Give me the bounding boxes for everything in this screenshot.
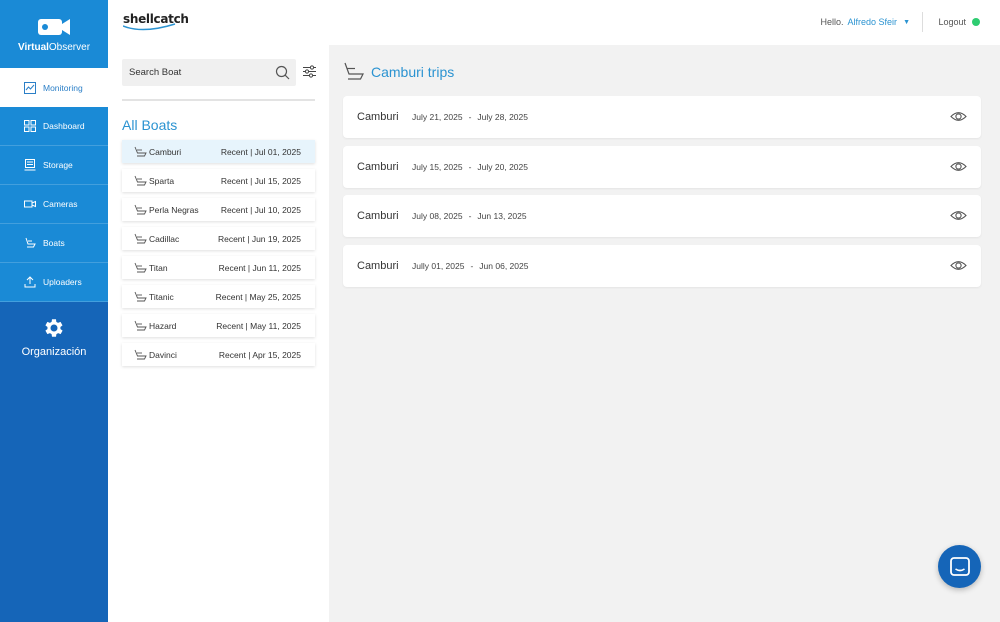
trip-dates: July 15, 2025- July 20, 2025 bbox=[412, 161, 528, 172]
boat-icon bbox=[134, 349, 147, 360]
trip-dates: July 21, 2025- July 28, 2025 bbox=[412, 112, 528, 122]
boat-item-hazard[interactable]: Hazard Recent | May 11, 2025 bbox=[122, 314, 315, 337]
boat-icon bbox=[134, 233, 147, 244]
sidebar-item-label: Boats bbox=[43, 238, 65, 248]
sidebar-item-organizacion[interactable]: Organización bbox=[0, 302, 108, 372]
eye-icon[interactable] bbox=[950, 208, 967, 223]
server-icon bbox=[24, 159, 36, 171]
boat-icon bbox=[25, 237, 36, 248]
header-divider bbox=[922, 12, 923, 32]
trip-dates: Jully 01, 2025- Jun 06, 2025 bbox=[412, 260, 529, 271]
boat-recent: Recent | Jun 19, 2025 bbox=[217, 233, 301, 244]
search-divider bbox=[122, 99, 315, 101]
sidebar-item-label: Dashboard bbox=[43, 121, 85, 131]
shellcatch-logo[interactable]: shellcatch bbox=[123, 10, 189, 34]
boat-icon bbox=[134, 262, 147, 273]
boat-recent: Recent | May 25, 2025 bbox=[215, 291, 301, 302]
boat-name: Perla Negras bbox=[149, 204, 199, 215]
boat-item-titanic[interactable]: Titanic Recent | May 25, 2025 bbox=[122, 285, 315, 308]
boat-recent: Recent | Jul 01, 2025 bbox=[220, 146, 301, 157]
boat-icon bbox=[134, 175, 147, 186]
user-name: Alfredo Sfeir bbox=[847, 17, 898, 27]
boat-name: Titan bbox=[149, 262, 168, 273]
logout-button[interactable]: Logout bbox=[938, 17, 966, 27]
boat-name: Camburi bbox=[149, 146, 182, 157]
boat-item-cadillac[interactable]: Cadillac Recent | Jun 19, 2025 bbox=[122, 227, 315, 250]
boat-icon bbox=[134, 204, 147, 215]
chart-icon bbox=[24, 81, 36, 94]
trip-boat-name: Camburi bbox=[357, 111, 399, 123]
logo-swoosh-icon bbox=[123, 23, 176, 31]
boat-icon bbox=[134, 320, 147, 331]
search-box bbox=[122, 59, 296, 86]
eye-icon[interactable] bbox=[950, 109, 967, 124]
upload-icon bbox=[24, 276, 36, 288]
boat-name: Cadillac bbox=[149, 233, 180, 244]
boat-item-sparta[interactable]: Sparta Recent | Jul 15, 2025 bbox=[122, 169, 315, 192]
brand[interactable]: VirtualObserver bbox=[0, 0, 108, 68]
boat-icon bbox=[134, 291, 147, 302]
trips-title: Camburi trips bbox=[371, 63, 455, 80]
sidebar-item-label: Uploaders bbox=[43, 277, 82, 287]
trip-boat-name: Camburi bbox=[357, 210, 399, 222]
boat-recent: Recent | Apr 15, 2025 bbox=[218, 349, 301, 360]
filter-sliders-icon[interactable] bbox=[303, 65, 316, 78]
org-label: Organización bbox=[21, 346, 87, 358]
brand-name: VirtualObserver bbox=[17, 41, 91, 53]
trip-dates: July 08, 2025- Jun 13, 2025 bbox=[412, 211, 527, 221]
sidebar-item-label: Monitoring bbox=[43, 82, 83, 93]
trips-header: Camburi trips bbox=[343, 62, 454, 81]
sidebar-item-label: Storage bbox=[43, 160, 73, 170]
trip-card[interactable]: Camburi July 21, 2025- July 28, 2025 bbox=[343, 96, 981, 138]
video-camera-icon bbox=[24, 200, 36, 208]
trip-list: Camburi July 21, 2025- July 28, 2025 Camb… bbox=[343, 96, 981, 294]
chat-icon bbox=[949, 556, 970, 576]
search-icon[interactable] bbox=[275, 65, 290, 80]
boat-recent: Recent | Jul 10, 2025 bbox=[220, 204, 301, 215]
boat-recent: Recent | Jul 15, 2025 bbox=[220, 175, 301, 186]
sidebar: VirtualObserver Monitoring Dashboard Sto… bbox=[0, 0, 108, 622]
boat-icon bbox=[134, 146, 147, 157]
boat-name: Hazard bbox=[149, 320, 177, 331]
status-dot-icon bbox=[972, 18, 980, 26]
eye-icon[interactable] bbox=[950, 159, 967, 174]
boat-recent: Recent | May 11, 2025 bbox=[216, 320, 301, 331]
boat-list: Camburi Recent | Jul 01, 2025 Sparta Rec… bbox=[122, 140, 315, 372]
grid-icon bbox=[24, 120, 36, 132]
top-header: shellcatch Hello. Alfredo Sfeir ▼ Logout bbox=[108, 0, 1000, 45]
sidebar-item-boats[interactable]: Boats bbox=[0, 224, 108, 263]
boat-item-davinci[interactable]: Davinci Recent | Apr 15, 2025 bbox=[122, 343, 315, 366]
chat-button[interactable] bbox=[938, 545, 981, 588]
boat-item-titan[interactable]: Titan Recent | Jun 11, 2025 bbox=[122, 256, 315, 279]
trip-card[interactable]: Camburi July 15, 2025- July 20, 2025 bbox=[343, 145, 981, 188]
boat-name: Davinci bbox=[149, 349, 177, 360]
search-input[interactable] bbox=[129, 67, 269, 78]
user-greeting[interactable]: Hello. Alfredo Sfeir ▼ bbox=[821, 17, 910, 27]
boat-icon bbox=[344, 62, 364, 80]
sidebar-item-cameras[interactable]: Cameras bbox=[0, 185, 108, 224]
boat-item-camburi[interactable]: Camburi Recent | Jul 01, 2025 bbox=[122, 140, 315, 163]
trip-card[interactable]: Camburi Jully 01, 2025- Jun 06, 2025 bbox=[343, 244, 981, 287]
trip-card[interactable]: Camburi July 08, 2025- Jun 13, 2025 bbox=[343, 195, 981, 237]
all-boats-title: All Boats bbox=[122, 117, 178, 133]
trip-boat-name: Camburi bbox=[357, 160, 399, 173]
boat-item-perla-negras[interactable]: Perla Negras Recent | Jul 10, 2025 bbox=[122, 198, 315, 221]
eye-icon[interactable] bbox=[950, 258, 967, 273]
camera-logo-icon bbox=[38, 18, 70, 35]
sidebar-item-label: Cameras bbox=[43, 199, 78, 209]
sidebar-item-storage[interactable]: Storage bbox=[0, 146, 108, 185]
trip-boat-name: Camburi bbox=[357, 259, 399, 272]
boats-panel: All Boats Camburi Recent | Jul 01, 2025 … bbox=[108, 45, 329, 622]
hello-label: Hello. bbox=[820, 17, 844, 27]
boat-recent: Recent | Jun 11, 2025 bbox=[218, 262, 301, 273]
sidebar-item-dashboard[interactable]: Dashboard bbox=[0, 107, 108, 146]
gear-icon bbox=[45, 319, 63, 337]
caret-down-icon: ▼ bbox=[903, 18, 910, 26]
boat-name: Sparta bbox=[149, 175, 175, 186]
sidebar-item-uploaders[interactable]: Uploaders bbox=[0, 263, 108, 302]
sidebar-item-monitoring[interactable]: Monitoring bbox=[0, 68, 108, 107]
boat-name: Titanic bbox=[149, 291, 174, 302]
